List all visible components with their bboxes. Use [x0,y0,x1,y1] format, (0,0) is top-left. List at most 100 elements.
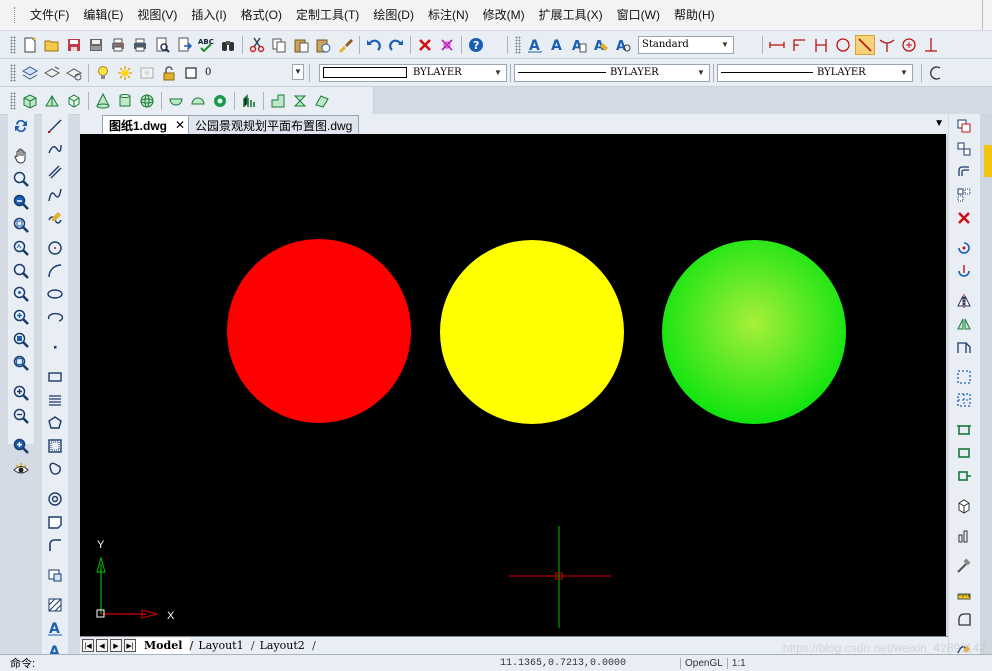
match-properties-brush-icon[interactable] [335,35,355,55]
find-text-icon[interactable]: A [591,35,611,55]
ellipse-icon[interactable] [44,283,66,305]
interfere-icon[interactable] [312,91,332,111]
donut-icon[interactable] [44,488,66,510]
zoom-window-icon[interactable] [10,214,32,236]
circle-icon[interactable] [44,237,66,259]
delete-x-icon[interactable] [953,207,975,229]
tab-layout2[interactable]: Layout2 [252,638,316,654]
paste-icon[interactable] [291,35,311,55]
torus-solid-icon[interactable] [210,91,230,111]
green-light-circle[interactable] [662,240,846,424]
lengthen-icon[interactable] [953,525,975,547]
wedge-solid-icon[interactable] [42,91,62,111]
toolbar-grip[interactable] [10,35,16,54]
stretch-icon[interactable] [953,336,975,358]
radius-dimension-icon[interactable] [833,35,853,55]
line-icon[interactable] [44,115,66,137]
layer-manager-icon[interactable] [20,63,40,83]
explode-hammer-icon[interactable] [953,555,975,577]
break-icon[interactable] [953,465,975,487]
menu-edit[interactable]: 编辑(E) [76,5,130,25]
zoom-scale-icon[interactable] [10,260,32,282]
prev-layout-icon[interactable]: ◀ [96,639,108,652]
pan-hand-icon[interactable] [10,145,32,167]
open-folder-icon[interactable] [42,35,62,55]
angular-dimension-icon[interactable] [877,35,897,55]
tolerance-icon[interactable] [921,35,941,55]
text-style-a-icon[interactable]: A [525,35,545,55]
align-grid-icon[interactable] [953,389,975,411]
cone-solid-icon[interactable] [93,91,113,111]
zoom-realtime-icon[interactable] [10,168,32,190]
layer-thaw-sun-icon[interactable] [115,63,135,83]
text-scale-icon[interactable]: A [613,35,633,55]
menu-extend-tools[interactable]: 扩展工具(X) [532,5,610,25]
lineweight-select[interactable]: BYLAYER ▼ [717,63,913,82]
mirror-copy-icon[interactable] [953,138,975,160]
regen-icon[interactable] [10,115,32,137]
polygon-icon[interactable] [44,412,66,434]
slice-solid-icon[interactable] [268,91,288,111]
rotate-3d-icon[interactable] [953,260,975,282]
box-solid-icon[interactable] [20,91,40,111]
linear-dimension-icon[interactable] [767,35,787,55]
publish-icon[interactable] [174,35,194,55]
edit-text-icon[interactable]: A [569,35,589,55]
mirror-3d-icon[interactable] [953,313,975,335]
menu-help[interactable]: 帮助(H) [667,5,722,25]
sketch-icon[interactable] [44,207,66,229]
tab-list-dropdown-icon[interactable]: ▼ [934,118,944,129]
region-icon[interactable] [44,458,66,480]
named-views-eye-icon[interactable] [10,458,32,480]
toolbar-grip[interactable] [515,35,521,54]
tab-model[interactable]: Model [136,637,194,654]
chevron-down-icon[interactable]: ▼ [492,65,504,81]
ordinate-dimension-icon[interactable] [811,35,831,55]
renderer-indicator[interactable]: OpenGL [680,657,727,669]
menu-file[interactable]: 文件(F) [23,5,76,25]
layer-vp-freeze-icon[interactable] [137,63,157,83]
purge-icon[interactable] [437,35,457,55]
layer-unlock-icon[interactable] [159,63,179,83]
zoom-dynamic-icon[interactable] [10,237,32,259]
zoom-previous-icon[interactable] [10,191,32,213]
next-layout-icon[interactable]: ▶ [110,639,122,652]
diameter-dimension-icon[interactable] [855,34,875,55]
linetype-select[interactable]: BYLAYER ▼ [514,63,710,82]
multiline-text-icon[interactable]: A [547,35,567,55]
redo-icon[interactable] [386,35,406,55]
menu-custom-tools[interactable]: 定制工具(T) [289,5,366,25]
last-layout-icon[interactable]: ▶| [124,639,136,652]
chevron-down-icon[interactable]: ▼ [292,63,304,80]
trim-icon[interactable] [953,419,975,441]
save-all-icon[interactable] [86,35,106,55]
sphere-solid-icon[interactable] [137,91,157,111]
save-icon[interactable] [64,35,84,55]
layer-select[interactable]: 0 ▼ [202,63,306,82]
toolbar-grip[interactable] [10,91,16,110]
point-icon[interactable] [44,336,66,358]
cylinder-solid-icon[interactable] [115,91,135,111]
extrude-icon[interactable] [239,91,259,111]
color-select[interactable]: BYLAYER ▼ [319,63,507,82]
dome-solid-icon[interactable] [188,91,208,111]
menu-modify[interactable]: 修改(M) [476,5,532,25]
copy-icon[interactable] [269,35,289,55]
zoom-center-icon[interactable] [10,283,32,305]
erase-x-icon[interactable] [415,35,435,55]
arc-icon[interactable] [44,260,66,282]
zoom-out-minus-icon[interactable] [10,405,32,427]
layer-on-bulb-icon[interactable] [93,63,113,83]
zoom-in-icon[interactable] [10,306,32,328]
close-icon[interactable]: ✕ [175,118,185,132]
aligned-dimension-icon[interactable] [789,35,809,55]
ellipse-arc-icon[interactable] [44,306,66,328]
first-layout-icon[interactable]: |◀ [82,639,94,652]
chamfer-ruler-icon[interactable] [953,585,975,607]
mirror-icon[interactable] [953,290,975,312]
hatch-icon[interactable] [44,594,66,616]
offset-icon[interactable] [953,161,975,183]
rectangle-icon[interactable] [44,366,66,388]
fillet-corner-icon[interactable] [44,534,66,556]
chevron-down-icon[interactable]: ▼ [898,65,910,81]
